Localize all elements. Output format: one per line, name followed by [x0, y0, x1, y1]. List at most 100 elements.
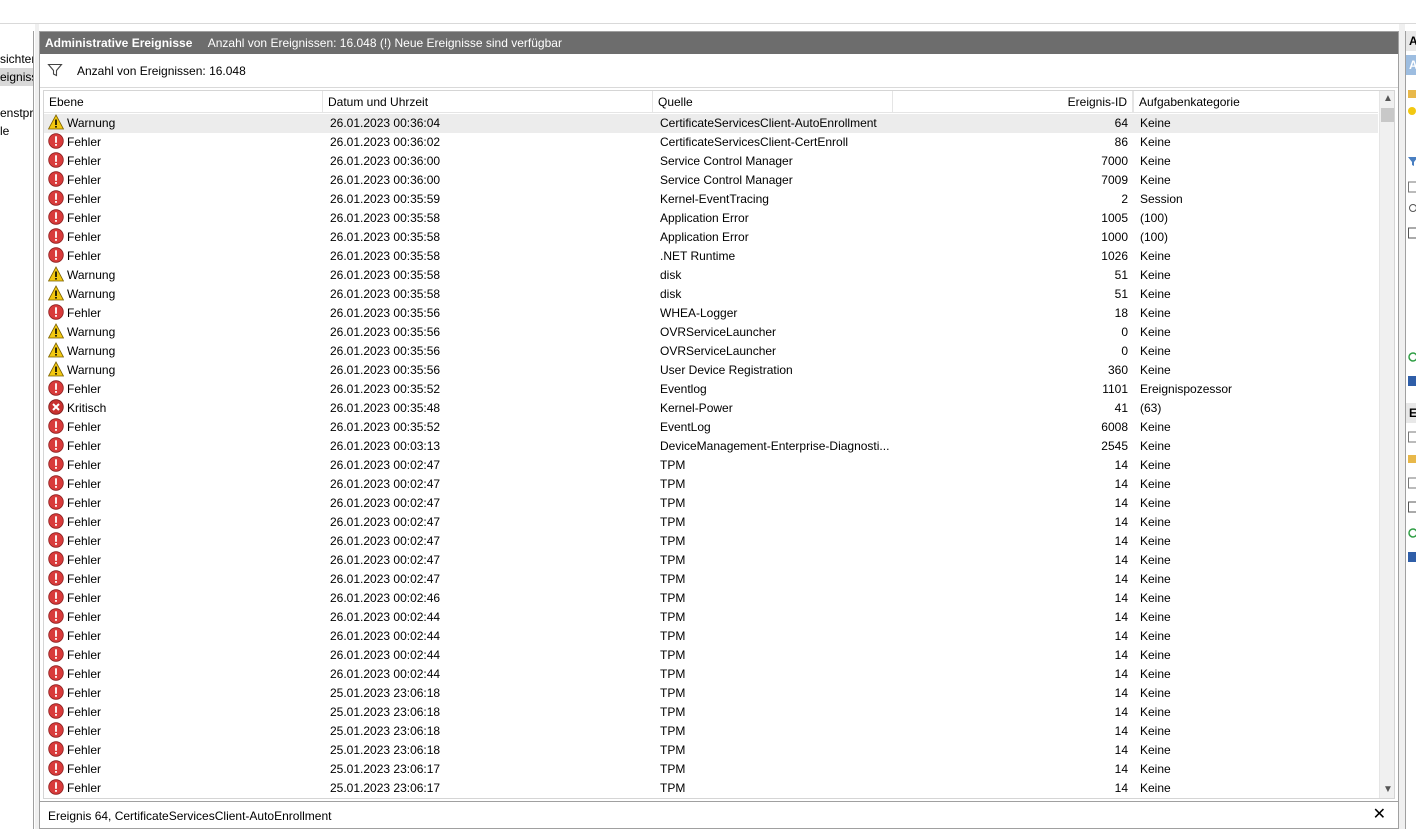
table-row[interactable]: Fehler 25.01.2023 23:06:17 TPM 14 Keine: [44, 760, 1378, 779]
table-row[interactable]: Fehler 25.01.2023 23:06:17 TPM 14 Keine: [44, 779, 1378, 798]
column-header-task-category[interactable]: Aufgabenkategorie: [1134, 91, 1378, 113]
task-category-cell: Keine: [1140, 116, 1171, 130]
event-rows: Warnung 26.01.2023 00:36:04 CertificateSer…: [44, 114, 1378, 798]
date-cell: 26.01.2023 00:35:58: [330, 249, 441, 263]
table-row[interactable]: Fehler 26.01.2023 00:03:13 DeviceManagemen…: [44, 437, 1378, 456]
task-category-cell: Keine: [1140, 420, 1171, 434]
tree-item-dienstprotokolle[interactable]: enstpro: [0, 104, 33, 122]
error-icon: [48, 551, 64, 567]
level-text: Fehler: [67, 439, 102, 453]
scrollbar-thumb[interactable]: [1381, 108, 1394, 122]
level-text: Fehler: [67, 420, 102, 434]
vertical-scrollbar[interactable]: ▲ ▼: [1379, 91, 1394, 798]
event-actions-header[interactable]: E: [1406, 403, 1416, 423]
table-row[interactable]: Fehler 26.01.2023 00:36:02 CertificateServ…: [44, 133, 1378, 152]
table-row[interactable]: Fehler 26.01.2023 00:35:52 Eventlog 1101 Ere…: [44, 380, 1378, 399]
table-row[interactable]: Fehler 26.01.2023 00:02:47 TPM 14 Keine: [44, 532, 1378, 551]
task-category-cell: Keine: [1140, 724, 1171, 738]
filter-action-icon[interactable]: [1408, 155, 1416, 167]
table-row[interactable]: Fehler 26.01.2023 00:02:47 TPM 14 Keine: [44, 456, 1378, 475]
properties-icon[interactable]: [1408, 181, 1416, 193]
table-row[interactable]: Fehler 26.01.2023 00:02:46 TPM 14 Keine: [44, 589, 1378, 608]
date-cell: 26.01.2023 00:35:56: [330, 344, 441, 358]
column-header-source[interactable]: Quelle: [653, 91, 893, 113]
copy-icon[interactable]: [1408, 477, 1416, 489]
save-event-icon[interactable]: [1408, 501, 1416, 513]
table-row[interactable]: Fehler 25.01.2023 23:06:18 TPM 14 Keine: [44, 684, 1378, 703]
table-row[interactable]: Fehler 26.01.2023 00:36:00 Service Control…: [44, 171, 1378, 190]
table-row[interactable]: Fehler 26.01.2023 00:35:58 Application Err…: [44, 228, 1378, 247]
table-row[interactable]: Fehler 26.01.2023 00:02:47 TPM 14 Keine: [44, 475, 1378, 494]
table-row[interactable]: Fehler 25.01.2023 23:06:18 TPM 14 Keine: [44, 703, 1378, 722]
table-row[interactable]: Fehler 26.01.2023 00:35:58 Application Err…: [44, 209, 1378, 228]
table-row[interactable]: Warnung 26.01.2023 00:35:56 OVRServiceLaun…: [44, 342, 1378, 361]
table-row[interactable]: Fehler 25.01.2023 23:06:18 TPM 14 Keine: [44, 741, 1378, 760]
date-cell: 26.01.2023 00:02:44: [330, 648, 441, 662]
date-cell: 26.01.2023 00:36:04: [330, 116, 441, 130]
column-header-event-id[interactable]: Ereignis-ID: [893, 91, 1134, 113]
attach-task-icon[interactable]: [1408, 453, 1416, 465]
table-row[interactable]: Fehler 26.01.2023 00:36:00 Service Control…: [44, 152, 1378, 171]
column-header-level[interactable]: Ebene: [44, 91, 323, 113]
find-icon[interactable]: [1408, 203, 1416, 215]
level-text: Fehler: [67, 249, 102, 263]
filter-bar: Anzahl von Ereignissen: 16.048: [40, 54, 1398, 88]
level-text: Kritisch: [67, 401, 107, 415]
task-category-cell: Keine: [1140, 667, 1171, 681]
level-text: Warnung: [67, 287, 116, 301]
table-row[interactable]: Fehler 26.01.2023 00:02:44 TPM 14 Keine: [44, 665, 1378, 684]
table-row[interactable]: Fehler 26.01.2023 00:35:59 Kernel-EventTra…: [44, 190, 1378, 209]
task-category-cell: Keine: [1140, 534, 1171, 548]
table-row[interactable]: Warnung 26.01.2023 00:35:56 OVRServiceLaun…: [44, 323, 1378, 342]
table-row[interactable]: Fehler 26.01.2023 00:35:52 EventLog 6008 Kei…: [44, 418, 1378, 437]
date-cell: 26.01.2023 00:35:56: [330, 306, 441, 320]
table-row[interactable]: Fehler 26.01.2023 00:02:44 TPM 14 Keine: [44, 646, 1378, 665]
error-icon: [48, 532, 64, 548]
help-event-icon[interactable]: [1408, 551, 1416, 563]
refresh-icon[interactable]: [1408, 351, 1416, 363]
warning-icon: [48, 285, 64, 301]
scroll-down-icon[interactable]: ▼: [1380, 782, 1394, 798]
star-icon[interactable]: [1408, 105, 1416, 117]
actions-section-selected[interactable]: A: [1406, 55, 1416, 75]
level-cell: Fehler: [48, 646, 323, 665]
close-icon[interactable]: ✕: [1373, 806, 1386, 824]
table-row[interactable]: Warnung 26.01.2023 00:35:56 User Device Re…: [44, 361, 1378, 380]
task-category-cell: (63): [1140, 401, 1162, 415]
actions-header[interactable]: A: [1406, 31, 1416, 51]
event-properties-icon[interactable]: [1408, 431, 1416, 443]
level-text: Fehler: [67, 781, 102, 795]
refresh-event-icon[interactable]: [1408, 527, 1416, 539]
column-header-date[interactable]: Datum und Uhrzeit: [323, 91, 653, 113]
table-row[interactable]: Fehler 25.01.2023 23:06:18 TPM 14 Keine: [44, 722, 1378, 741]
table-row[interactable]: Fehler 26.01.2023 00:02:47 TPM 14 Keine: [44, 570, 1378, 589]
tree-item-rolle[interactable]: le: [0, 122, 9, 140]
scroll-up-icon[interactable]: ▲: [1380, 91, 1394, 107]
table-row[interactable]: Fehler 26.01.2023 00:35:56 WHEA-Logger 18 Ke…: [44, 304, 1378, 323]
table-row[interactable]: Warnung 26.01.2023 00:36:04 CertificateSer…: [44, 114, 1378, 133]
table-row[interactable]: Fehler 26.01.2023 00:02:47 TPM 14 Keine: [44, 513, 1378, 532]
level-text: Fehler: [67, 458, 102, 472]
table-row[interactable]: Fehler 26.01.2023 00:02:44 TPM 14 Keine: [44, 627, 1378, 646]
level-text: Fehler: [67, 534, 102, 548]
tree-item-sichten[interactable]: sichter: [0, 50, 33, 68]
help-icon[interactable]: [1408, 375, 1416, 387]
table-row[interactable]: Kritisch 26.01.2023 00:35:48 Kernel-Power 4…: [44, 399, 1378, 418]
table-row[interactable]: Fehler 26.01.2023 00:02:47 TPM 14 Keine: [44, 551, 1378, 570]
error-icon: [48, 247, 64, 263]
tree-item-ereignisse[interactable]: eignisse: [0, 68, 33, 86]
error-icon: [48, 228, 64, 244]
date-cell: 26.01.2023 00:02:44: [330, 610, 441, 624]
level-cell: Fehler: [48, 684, 323, 703]
source-cell: EventLog: [660, 420, 711, 434]
table-row[interactable]: Fehler 26.01.2023 00:35:58 .NET Runtime 102…: [44, 247, 1378, 266]
save-icon[interactable]: [1408, 227, 1416, 239]
table-row[interactable]: Fehler 26.01.2023 00:02:47 TPM 14 Keine: [44, 494, 1378, 513]
table-row[interactable]: Warnung 26.01.2023 00:35:58 disk 51 Keine: [44, 285, 1378, 304]
source-cell: Application Error: [660, 211, 749, 225]
date-cell: 26.01.2023 00:02:44: [330, 629, 441, 643]
open-folder-icon[interactable]: [1408, 87, 1416, 99]
table-row[interactable]: Warnung 26.01.2023 00:35:58 disk 51 Keine: [44, 266, 1378, 285]
event-id-cell: 51: [1114, 268, 1128, 282]
table-row[interactable]: Fehler 26.01.2023 00:02:44 TPM 14 Keine: [44, 608, 1378, 627]
